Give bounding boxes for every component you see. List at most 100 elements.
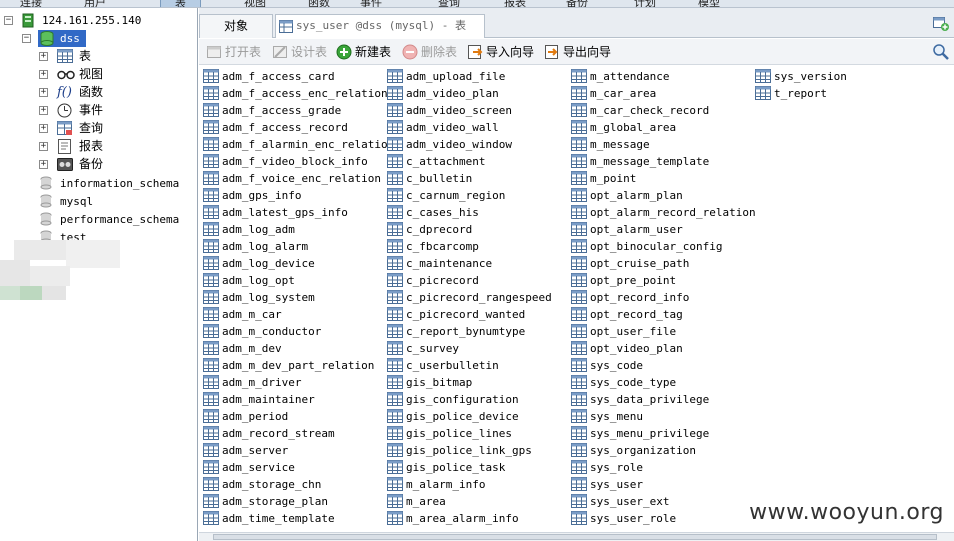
table-item[interactable]: adm_log_opt [201,272,394,289]
table-item[interactable]: m_area [385,493,552,510]
horizontal-scrollbar[interactable] [199,532,954,541]
table-item[interactable]: opt_user_file [569,323,756,340]
expand-icon[interactable]: + [39,142,48,151]
expand-icon[interactable]: + [39,52,48,61]
table-item[interactable]: sys_menu_privilege [569,425,756,442]
table-item[interactable]: opt_alarm_record_relation [569,204,756,221]
scrollbar-thumb[interactable] [213,534,937,540]
expand-icon[interactable]: + [39,124,48,133]
table-item[interactable]: adm_storage_plan [201,493,394,510]
table-item[interactable]: opt_alarm_user [569,221,756,238]
table-item[interactable]: adm_f_access_record [201,119,394,136]
table-item[interactable]: adm_log_alarm [201,238,394,255]
table-item[interactable]: adm_period [201,408,394,425]
table-item[interactable]: adm_m_driver [201,374,394,391]
tab-sys-user[interactable]: sys_user @dss (mysql) - 表 [275,14,485,38]
table-list[interactable]: adm_f_access_card adm_f_access_enc_relati… [199,66,954,532]
table-item[interactable]: adm_m_dev_part_relation [201,357,394,374]
table-item[interactable]: adm_upload_file [385,68,552,85]
open-table-button[interactable]: 打开表 [205,43,261,61]
table-item[interactable]: gis_police_lines [385,425,552,442]
expand-icon[interactable]: + [39,70,48,79]
table-item[interactable]: m_area_alarm_info [385,510,552,527]
table-item[interactable]: c_fbcarcomp [385,238,552,255]
table-item[interactable]: adm_f_access_grade [201,102,394,119]
tree-item-functions[interactable]: + f() 函数 [0,84,198,101]
delete-table-button[interactable]: 删除表 [401,43,457,61]
table-item[interactable]: adm_log_device [201,255,394,272]
table-item[interactable]: opt_record_tag [569,306,756,323]
export-wizard-button[interactable]: 导出向导 [543,43,611,61]
tree-item-backups[interactable]: + 备份 [0,156,198,173]
expand-icon[interactable]: + [39,88,48,97]
table-item[interactable]: sys_organization [569,442,756,459]
table-item[interactable]: c_report_bynumtype [385,323,552,340]
table-item[interactable]: sys_version [753,68,847,85]
table-item[interactable]: c_attachment [385,153,552,170]
menu-table[interactable]: 表 [160,0,201,7]
table-item[interactable]: c_userbulletin [385,357,552,374]
menu-model[interactable]: 模型 [698,0,720,7]
table-item[interactable]: m_car_area [569,85,756,102]
tree-item-reports[interactable]: + 报表 [0,138,198,155]
connection-tree[interactable]: − 124.161.255.140 dss − + 表 + 视图 + f() 函… [0,8,198,541]
table-item[interactable]: sys_user_role [569,510,756,527]
menu-function[interactable]: 函数 [308,0,330,7]
table-item[interactable]: opt_binocular_config [569,238,756,255]
search-icon[interactable] [932,43,950,61]
table-item[interactable]: c_maintenance [385,255,552,272]
table-item[interactable]: adm_server [201,442,394,459]
tree-item-views[interactable]: + 视图 [0,66,198,83]
table-item[interactable]: gis_configuration [385,391,552,408]
expand-icon[interactable]: + [39,160,48,169]
menu-report[interactable]: 报表 [504,0,526,7]
table-item[interactable]: adm_maintainer [201,391,394,408]
tree-db-performance-schema[interactable]: performance_schema [0,211,198,228]
table-item[interactable]: m_global_area [569,119,756,136]
table-item[interactable]: adm_video_window [385,136,552,153]
table-item[interactable]: gis_police_device [385,408,552,425]
new-table-button[interactable]: 新建表 [335,43,391,61]
table-item[interactable]: t_report [753,85,847,102]
table-item[interactable]: c_picrecord [385,272,552,289]
table-item[interactable]: adm_storage_chn [201,476,394,493]
menu-user[interactable]: 用户 [84,0,106,7]
table-item[interactable]: adm_f_alarmin_enc_relation [201,136,394,153]
tree-item-tables[interactable]: + 表 [0,48,198,65]
table-item[interactable]: gis_police_link_gps [385,442,552,459]
table-item[interactable]: m_message_template [569,153,756,170]
table-item[interactable]: m_attendance [569,68,756,85]
table-item[interactable]: opt_cruise_path [569,255,756,272]
table-item[interactable]: opt_video_plan [569,340,756,357]
table-item[interactable]: adm_record_stream [201,425,394,442]
menu-query[interactable]: 查询 [438,0,460,7]
table-item[interactable]: adm_latest_gps_info [201,204,394,221]
table-item[interactable]: adm_m_dev [201,340,394,357]
table-item[interactable]: m_message [569,136,756,153]
tree-item-queries[interactable]: + 查询 [0,120,198,137]
table-item[interactable]: adm_time_template [201,510,394,527]
menu-view[interactable]: 视图 [244,0,266,7]
table-item[interactable]: sys_code_type [569,374,756,391]
table-item[interactable]: adm_m_conductor [201,323,394,340]
menu-event[interactable]: 事件 [360,0,382,7]
menu-schedule[interactable]: 计划 [634,0,656,7]
table-item[interactable]: adm_service [201,459,394,476]
collapse-icon[interactable]: − [22,34,31,43]
table-item[interactable]: gis_bitmap [385,374,552,391]
menu-connect[interactable]: 连接 [20,0,42,7]
table-item[interactable]: adm_m_car [201,306,394,323]
table-item[interactable]: m_car_check_record [569,102,756,119]
table-item[interactable]: c_dprecord [385,221,552,238]
tree-db-mysql[interactable]: mysql [0,193,198,210]
table-item[interactable]: adm_video_screen [385,102,552,119]
table-item[interactable]: sys_user_ext [569,493,756,510]
table-item[interactable]: m_point [569,170,756,187]
collapse-icon[interactable]: − [4,16,13,25]
tab-objects[interactable]: 对象 [199,14,273,38]
table-item[interactable]: adm_f_access_card [201,68,394,85]
import-wizard-button[interactable]: 导入向导 [466,43,534,61]
table-item[interactable]: c_carnum_region [385,187,552,204]
table-item[interactable]: c_survey [385,340,552,357]
table-item[interactable]: m_alarm_info [385,476,552,493]
